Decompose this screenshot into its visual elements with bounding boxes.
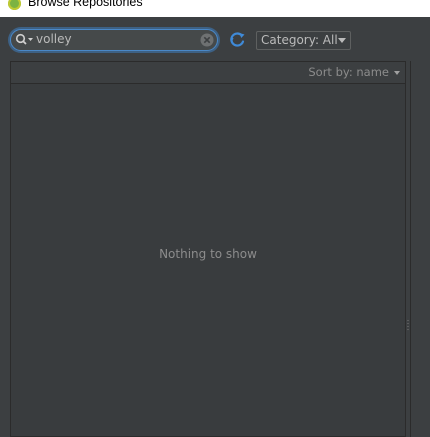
plugin-list[interactable]: Sort by: name Nothing to show	[10, 61, 406, 437]
search-input[interactable]	[36, 32, 196, 46]
title-bar: Browse Repositories	[0, 0, 430, 17]
android-studio-icon	[8, 0, 21, 10]
list-header: Sort by: name	[11, 62, 405, 84]
clear-icon[interactable]	[200, 33, 214, 47]
window-title: Browse Repositories	[28, 0, 143, 9]
plugin-details-panel	[410, 61, 430, 437]
category-label: Category: All	[261, 33, 338, 47]
sort-by-button[interactable]: Sort by: name	[308, 65, 389, 79]
empty-state-message: Nothing to show	[159, 247, 257, 261]
grip-icon	[407, 319, 409, 331]
category-dropdown[interactable]: Category: All	[256, 31, 351, 50]
browse-repositories-window: Browse Repositories Category: All	[0, 0, 430, 437]
toolbar: Category: All	[0, 17, 430, 61]
search-icon[interactable]	[15, 33, 35, 47]
refresh-icon[interactable]	[229, 32, 247, 48]
chevron-down-icon	[338, 38, 346, 43]
search-field[interactable]	[10, 29, 218, 51]
chevron-down-icon[interactable]	[394, 71, 400, 75]
